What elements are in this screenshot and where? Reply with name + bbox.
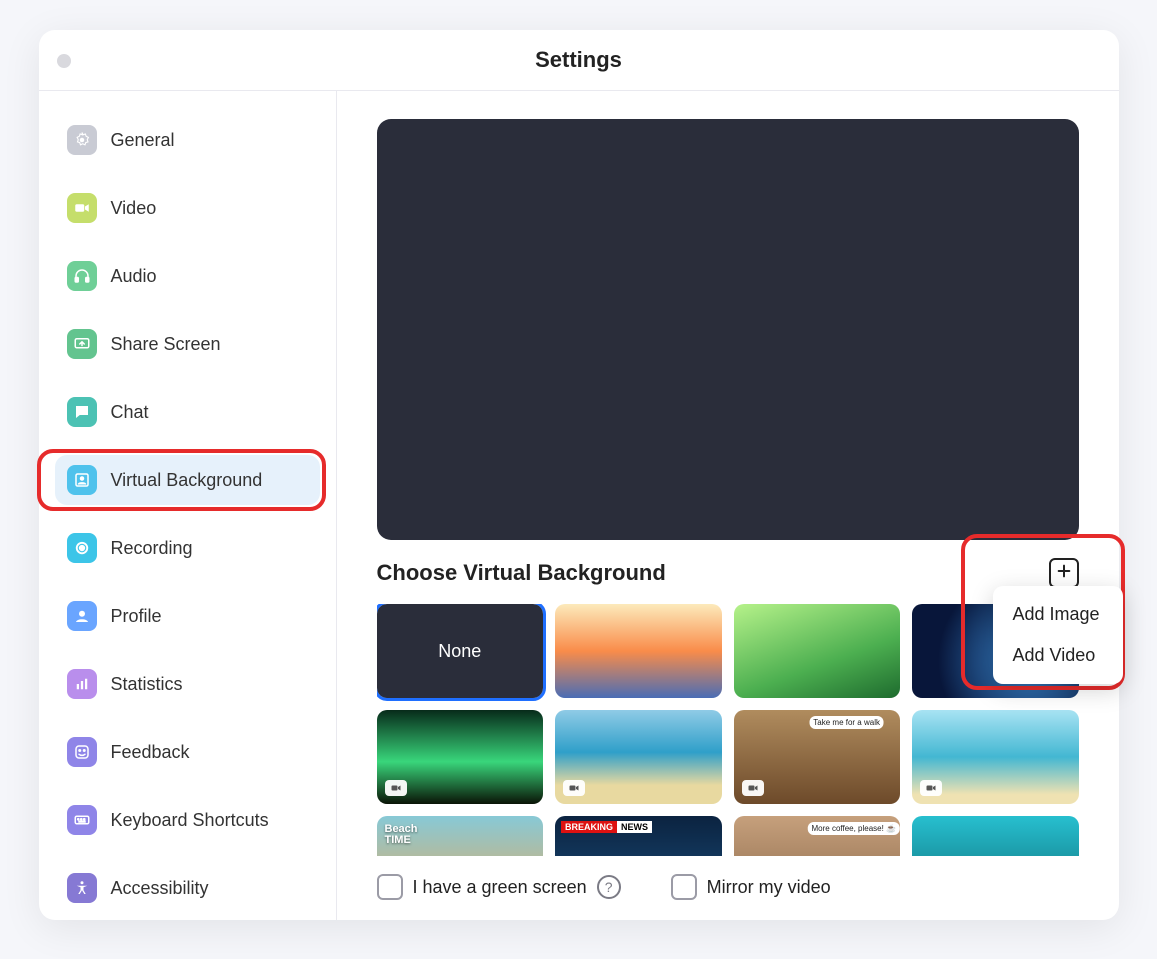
accessibility-icon <box>67 873 97 903</box>
window-body: General Video Audio Share Screen Chat Virtual… <box>39 91 1119 920</box>
share-screen-icon <box>67 329 97 359</box>
chat-icon <box>67 397 97 427</box>
record-icon <box>67 533 97 563</box>
sidebar-item-label: Recording <box>111 538 193 559</box>
sidebar-item-label: Accessibility <box>111 878 209 899</box>
headphones-icon <box>67 261 97 291</box>
sidebar-item-profile[interactable]: Profile <box>55 591 320 641</box>
video-badge-icon <box>742 780 764 796</box>
feedback-icon <box>67 737 97 767</box>
background-thumbs-viewport: None Take me for a walk BeachTIME BREAKINGN… <box>377 604 1079 856</box>
add-background-button[interactable] <box>1049 558 1079 588</box>
bg-thumb-none[interactable]: None <box>377 604 544 698</box>
green-screen-option: I have a green screen ? <box>377 874 621 900</box>
bg-thumb-aurora[interactable] <box>377 710 544 804</box>
thumb-none-label: None <box>438 641 481 662</box>
bg-thumb-breaking-news[interactable]: BREAKINGNEWS <box>555 816 722 857</box>
video-preview <box>377 119 1079 540</box>
speech-bubble: Take me for a walk <box>809 716 884 729</box>
sidebar-item-shortcuts[interactable]: Keyboard Shortcuts <box>55 795 320 845</box>
help-icon[interactable]: ? <box>597 875 621 899</box>
bg-thumb-palm-beach[interactable] <box>555 710 722 804</box>
sidebar-item-label: Video <box>111 198 157 219</box>
titlebar: Settings <box>39 30 1119 91</box>
news-tag: BREAKINGNEWS <box>561 822 652 832</box>
add-background-wrapper: Add ImageAdd Video <box>1049 558 1079 588</box>
plus-icon <box>1056 563 1072 584</box>
add-background-menu: Add ImageAdd Video <box>993 586 1123 684</box>
sidebar-item-label: Feedback <box>111 742 190 763</box>
video-badge-icon <box>920 780 942 796</box>
video-badge-icon <box>563 780 585 796</box>
bg-thumb-cat-armchair[interactable] <box>912 816 1079 857</box>
settings-window: Settings General Video Audio Share Screen Ch… <box>39 30 1119 920</box>
sidebar-item-label: Share Screen <box>111 334 221 355</box>
speech-bubble: More coffee, please! ☕ <box>807 822 900 835</box>
sidebar-item-feedback[interactable]: Feedback <box>55 727 320 777</box>
gear-icon <box>67 125 97 155</box>
green-screen-label: I have a green screen <box>413 877 587 898</box>
bg-thumb-bridge-sunset[interactable] <box>555 604 722 698</box>
options-row: I have a green screen ? Mirror my video <box>377 874 1079 900</box>
sidebar-item-recording[interactable]: Recording <box>55 523 320 573</box>
section-title: Choose Virtual Background <box>377 560 666 586</box>
add-menu-item-add-image[interactable]: Add Image <box>993 594 1123 635</box>
sidebar-item-label: Statistics <box>111 674 183 695</box>
settings-content: Choose Virtual Background Add ImageAdd V… <box>337 91 1119 920</box>
beach-tag: BeachTIME <box>385 824 418 846</box>
window-title: Settings <box>39 47 1119 73</box>
sidebar-item-label: Chat <box>111 402 149 423</box>
bg-thumb-dog-couch[interactable]: Take me for a walk <box>734 710 901 804</box>
stats-icon <box>67 669 97 699</box>
settings-sidebar: General Video Audio Share Screen Chat Virtual… <box>39 91 337 920</box>
sidebar-item-label: Virtual Background <box>111 470 263 491</box>
virtual-bg-icon <box>67 465 97 495</box>
sidebar-item-stats[interactable]: Statistics <box>55 659 320 709</box>
sidebar-item-label: Audio <box>111 266 157 287</box>
section-header-row: Choose Virtual Background Add ImageAdd V… <box>377 558 1079 588</box>
bg-thumb-beach-time[interactable]: BeachTIME <box>377 816 544 857</box>
add-menu-item-add-video[interactable]: Add Video <box>993 635 1123 676</box>
video-icon <box>67 193 97 223</box>
mirror-option: Mirror my video <box>671 874 831 900</box>
mirror-label: Mirror my video <box>707 877 831 898</box>
bg-thumb-grass[interactable] <box>734 604 901 698</box>
mirror-checkbox[interactable] <box>671 874 697 900</box>
bg-thumb-tropical-beach[interactable] <box>912 710 1079 804</box>
sidebar-item-vbg[interactable]: Virtual Background <box>55 455 320 505</box>
profile-icon <box>67 601 97 631</box>
sidebar-item-chat[interactable]: Chat <box>55 387 320 437</box>
video-badge-icon <box>385 780 407 796</box>
sidebar-item-label: General <box>111 130 175 151</box>
green-screen-checkbox[interactable] <box>377 874 403 900</box>
background-thumbs-grid: None Take me for a walk BeachTIME BREAKINGN… <box>377 604 1079 856</box>
sidebar-item-audio[interactable]: Audio <box>55 251 320 301</box>
window-close-dot[interactable] <box>57 54 71 68</box>
bg-thumb-coffee-shop[interactable]: More coffee, please! ☕ <box>734 816 901 857</box>
sidebar-item-general[interactable]: General <box>55 115 320 165</box>
sidebar-item-a11y[interactable]: Accessibility <box>55 863 320 913</box>
sidebar-item-share[interactable]: Share Screen <box>55 319 320 369</box>
keyboard-icon <box>67 805 97 835</box>
sidebar-item-label: Profile <box>111 606 162 627</box>
sidebar-item-label: Keyboard Shortcuts <box>111 810 269 831</box>
sidebar-item-video[interactable]: Video <box>55 183 320 233</box>
